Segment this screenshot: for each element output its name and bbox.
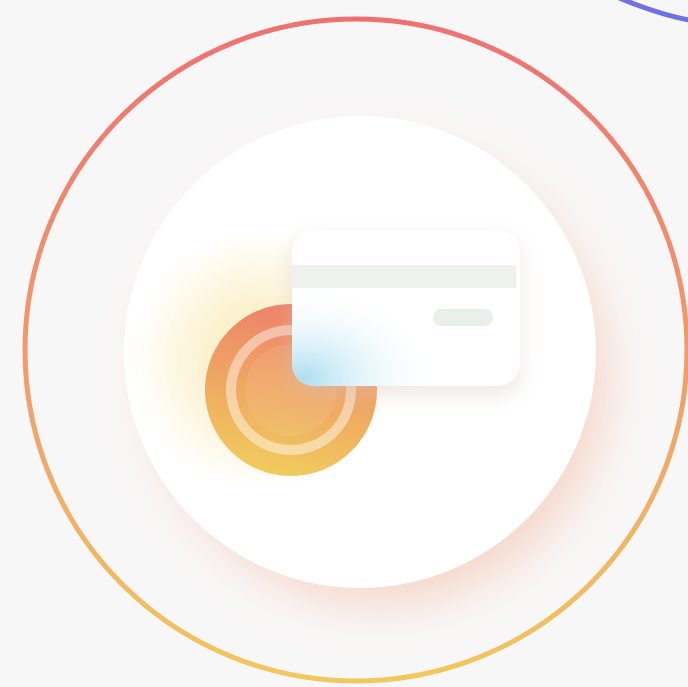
- card-stripe: [292, 265, 516, 288]
- corner-arc: [617, 0, 688, 23]
- card-chip: [433, 309, 493, 326]
- illustration-stage: [0, 0, 688, 687]
- payment-illustration: [22, 0, 688, 684]
- credit-card-icon: [292, 230, 520, 386]
